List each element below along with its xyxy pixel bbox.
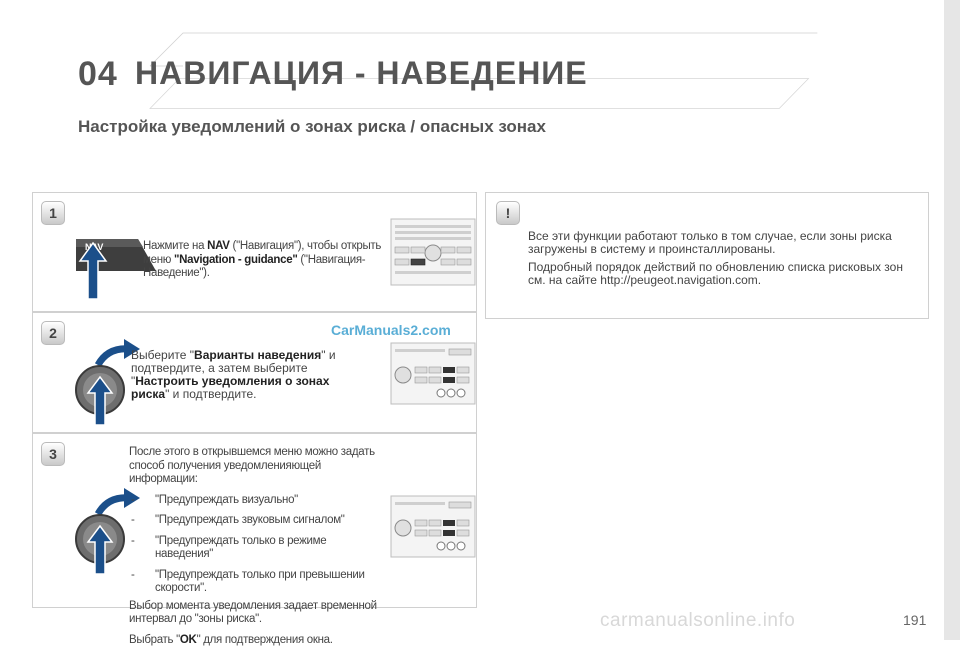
footer-watermark: carmanualsonline.info [600, 610, 795, 632]
step-2-text: Выберите "Варианты наведения" и подтверд… [131, 349, 361, 401]
step-3-text: После этого в открывшемся меню можно зад… [129, 446, 387, 647]
section-subtitle: Настройка уведомлений о зонах риска / оп… [78, 117, 546, 137]
step-3-note: Выбор момента уведомления задает временн… [129, 600, 387, 627]
radio-unit-illustration [389, 341, 477, 406]
step-1-badge: 1 [41, 201, 65, 225]
radio-unit-illustration [389, 217, 477, 287]
info-box-text: Все эти функции работают только в том сл… [528, 230, 923, 287]
info-box: ! Все эти функции работают только в том … [485, 192, 929, 319]
side-strip [944, 0, 960, 640]
step-3-badge: 3 [41, 442, 65, 466]
step-1-text: Нажмите на NAV ("Навигация"), чтобы откр… [143, 240, 383, 281]
info-paragraph: Подробный порядок действий по обновлению… [528, 261, 923, 287]
step-3-panel: 3 После этого в открывшемся меню можно з… [32, 433, 477, 608]
chapter-number: 04 [78, 55, 118, 94]
alert-options-list: "Предупреждать визуально" "Предупреждать… [129, 494, 387, 596]
page-number: 191 [903, 612, 926, 628]
chapter-title: НАВИГАЦИЯ - НАВЕДЕНИЕ [135, 55, 588, 92]
info-paragraph: Все эти функции работают только в том сл… [528, 230, 923, 256]
step-3-intro: После этого в открывшемся меню можно зад… [129, 446, 387, 487]
step-2-badge: 2 [41, 321, 65, 345]
radio-unit-illustration [389, 494, 477, 559]
step-3-confirm: Выбрать "OK" для подтверждения окна. [129, 634, 387, 647]
alert-option: "Предупреждать звуковым сигналом" [129, 514, 387, 528]
watermark: CarManuals2.com [331, 322, 451, 338]
alert-option: "Предупреждать только при превышении ско… [129, 569, 387, 596]
alert-option: "Предупреждать только в режиме наведения… [129, 535, 387, 562]
warning-icon: ! [496, 201, 520, 225]
press-arrow-icon [78, 241, 108, 301]
step-1-panel: 1 NAV Нажмите на NAV ("Навигация"), чтоб… [32, 192, 477, 312]
alert-option: "Предупреждать визуально" [129, 494, 387, 508]
